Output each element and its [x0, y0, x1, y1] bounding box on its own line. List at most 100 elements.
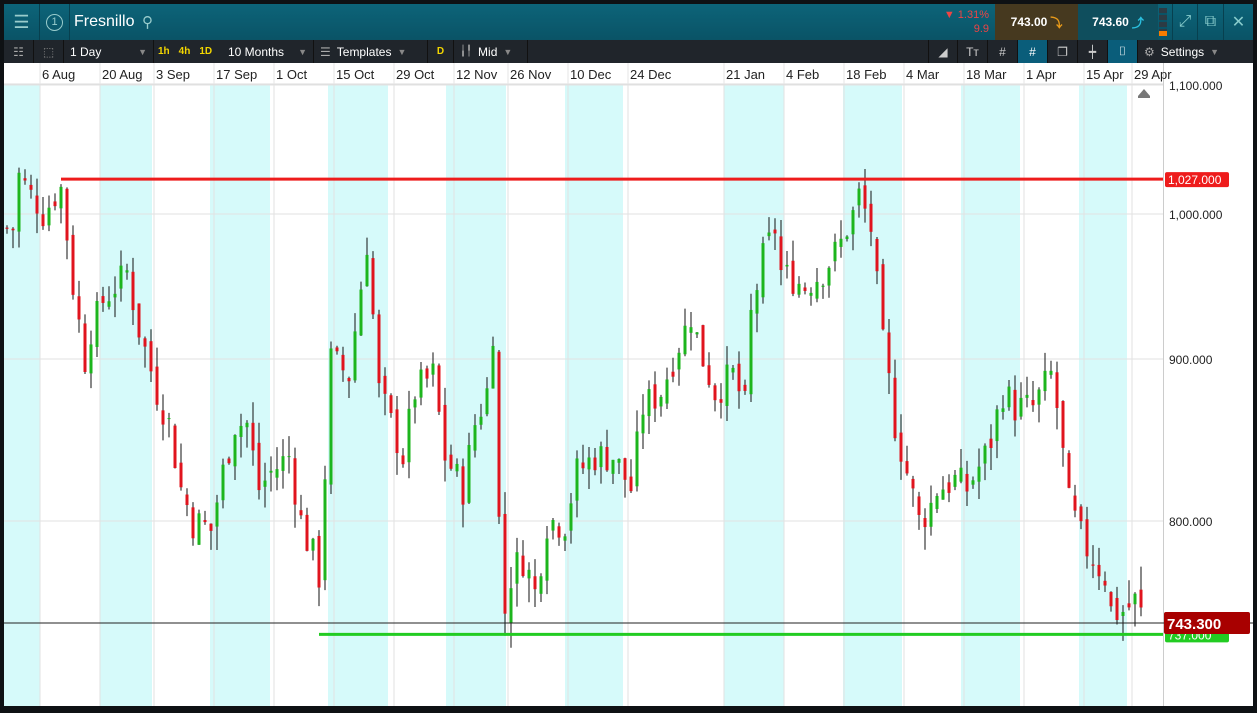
- down-arrow-icon: ⤵: [1050, 15, 1063, 30]
- candle-body: [935, 495, 939, 509]
- date-label: 15 Oct: [336, 67, 375, 82]
- link-group-button[interactable]: 1: [40, 4, 70, 40]
- instrument-header: ☰ 1 Fresnillo ⚲ ▼ 1.31% 9.9 743.00 ⤵ 743.6…: [4, 4, 1253, 40]
- candle-body: [845, 236, 849, 240]
- interval-select[interactable]: 1 Day ▼: [64, 40, 154, 63]
- chevron-down-icon: ▼: [138, 46, 147, 57]
- price-label-button[interactable]: ⌷: [1108, 40, 1138, 63]
- badge-icon: 1: [46, 13, 63, 31]
- candle-body: [1049, 370, 1053, 375]
- candle-body: [1109, 591, 1113, 607]
- candle-body: [623, 458, 627, 480]
- text-button[interactable]: Tт: [958, 40, 988, 63]
- candle-body: [785, 264, 789, 267]
- candle-body: [1127, 603, 1131, 608]
- grid-edit-button[interactable]: #: [1018, 40, 1048, 63]
- candle-body: [89, 344, 93, 374]
- draw-line-button[interactable]: ◢: [928, 40, 958, 63]
- candle-body: [179, 462, 183, 488]
- candle-body: [1061, 401, 1065, 448]
- candle-body: [1031, 400, 1035, 406]
- d-label: D: [436, 46, 445, 57]
- interval-1h[interactable]: 1h: [158, 46, 170, 57]
- candle-body: [1103, 580, 1107, 586]
- popout-button[interactable]: ⧉: [1198, 4, 1224, 40]
- candlestick-chart[interactable]: 6 Aug 20 Aug 3 Sep 17 Sep 1 Oct 15 Oct 29 Oct 1…: [4, 63, 1253, 706]
- candle-body: [329, 348, 333, 485]
- interval-4h[interactable]: 4h: [179, 46, 191, 57]
- candle-body: [11, 228, 15, 231]
- settings-button[interactable]: ⚙ Settings ▼: [1138, 40, 1253, 63]
- settings-label: Settings: [1160, 44, 1205, 59]
- close-button[interactable]: ✕: [1224, 4, 1253, 40]
- candle-body: [1097, 564, 1101, 577]
- hamburger-icon: ☰: [13, 11, 30, 32]
- crosshair-button[interactable]: ┿: [1078, 40, 1108, 63]
- candle-body: [731, 367, 735, 373]
- candle-body: [203, 520, 207, 523]
- list-view-button[interactable]: ☷: [4, 40, 34, 63]
- layers-button[interactable]: ❐: [1048, 40, 1078, 63]
- candle-body: [299, 510, 303, 516]
- candle-body: [119, 265, 123, 289]
- candle-body: [83, 323, 87, 372]
- range-select[interactable]: 10 Months ▼: [222, 40, 314, 63]
- candle-body: [593, 457, 597, 471]
- candle-body: [965, 473, 969, 492]
- candle-body: [779, 236, 783, 271]
- templates-button[interactable]: ☰ Templates ▼: [314, 40, 428, 63]
- candle-body: [269, 470, 273, 473]
- chart-toolbar: ☷ ⬚ 1 Day ▼ 1h 4h 1D 10 Months ▼ ☰ Template…: [4, 40, 1253, 63]
- candle-body: [1019, 397, 1023, 417]
- price-type-select[interactable]: ╽╿ Mid ▼: [454, 40, 528, 63]
- time-band: [1079, 84, 1127, 706]
- interval-value: 1 Day: [70, 44, 102, 59]
- menu-button[interactable]: ☰: [4, 4, 40, 40]
- candle-body: [137, 303, 141, 338]
- candle-body: [875, 238, 879, 272]
- drawing-d-button[interactable]: D: [428, 40, 454, 63]
- chevron-down-icon: ▼: [298, 46, 307, 57]
- price-tick-label: 900.000: [1169, 353, 1213, 367]
- candle-body: [677, 352, 681, 370]
- candle-body: [725, 364, 729, 406]
- candle-body: [41, 214, 45, 227]
- candle-body: [437, 365, 441, 412]
- date-label: 24 Dec: [630, 67, 672, 82]
- candle-body: [629, 476, 633, 492]
- candle-body: [743, 384, 747, 391]
- candle-body: [503, 513, 507, 614]
- candle-body: [749, 309, 753, 395]
- candle-body: [197, 513, 201, 545]
- date-label: 6 Aug: [42, 67, 75, 82]
- interval-1d[interactable]: 1D: [199, 46, 212, 57]
- signal-strength-icon: [1159, 8, 1167, 36]
- time-band: [446, 84, 506, 706]
- chevron-down-icon: ▼: [503, 46, 513, 57]
- candle-body: [665, 379, 669, 404]
- sell-button[interactable]: 743.00 ⤵: [995, 4, 1078, 40]
- buy-button[interactable]: 743.60 ⤴: [1078, 4, 1158, 40]
- layout-button[interactable]: ⬚: [34, 40, 64, 63]
- candle-body: [1001, 408, 1005, 412]
- up-arrow-icon: ⤴: [1131, 15, 1144, 30]
- instrument-title[interactable]: Fresnillo: [74, 13, 134, 31]
- candle-body: [275, 469, 279, 478]
- candle-body: [995, 409, 999, 442]
- chevron-down-icon: ▼: [397, 46, 407, 57]
- candle-body: [353, 331, 357, 381]
- candle-body: [599, 446, 603, 468]
- sell-price: 743.00: [1010, 15, 1048, 29]
- date-label: 4 Feb: [786, 67, 819, 82]
- candle-body: [737, 363, 741, 392]
- search-icon[interactable]: ⚲: [142, 13, 153, 31]
- candle-body: [47, 207, 51, 226]
- candle-body: [647, 389, 651, 417]
- maximize-button[interactable]: ⤢: [1172, 4, 1198, 40]
- candle-body: [131, 271, 135, 311]
- candle-body: [1133, 593, 1137, 605]
- candle-body: [941, 489, 945, 500]
- candle-body: [959, 467, 963, 482]
- grid-button[interactable]: #: [988, 40, 1018, 63]
- candle-body: [185, 494, 189, 506]
